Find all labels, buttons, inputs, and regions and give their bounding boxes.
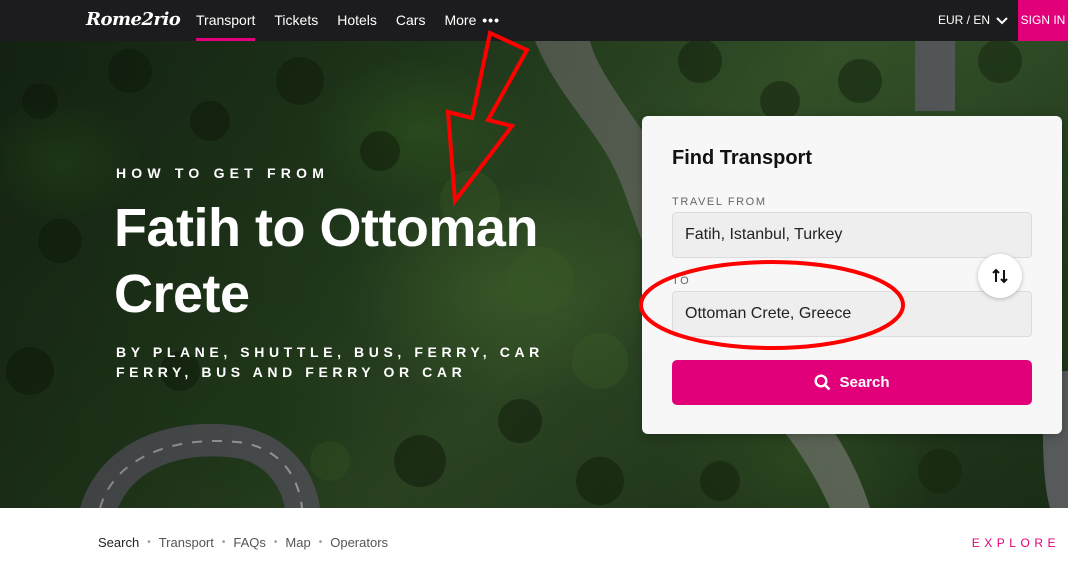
- main-nav: Transport Tickets Hotels Cars More •••: [196, 0, 519, 41]
- subnav-map[interactable]: Map: [285, 535, 310, 550]
- rome2rio-logo[interactable]: Rome2rio: [86, 9, 181, 30]
- travel-from-label: TRAVEL FROM: [672, 196, 767, 208]
- subnav-operators[interactable]: Operators: [330, 535, 388, 550]
- currency-language-selector[interactable]: EUR / EN: [938, 0, 1008, 41]
- separator-dot: •: [221, 537, 226, 548]
- page-subnav: Search • Transport • FAQs • Map • Operat…: [98, 535, 388, 550]
- nav-tickets[interactable]: Tickets: [274, 0, 318, 41]
- travel-to-input[interactable]: Ottoman Crete, Greece: [672, 291, 1032, 337]
- currency-label: EUR / EN: [937, 13, 990, 27]
- nav-hotels[interactable]: Hotels: [337, 0, 377, 41]
- search-button[interactable]: Search: [672, 360, 1032, 405]
- subnav-faqs[interactable]: FAQs: [233, 535, 266, 550]
- travel-from-input[interactable]: Fatih, Istanbul, Turkey: [672, 212, 1032, 258]
- search-button-label: Search: [839, 374, 890, 391]
- hero-eyebrow: HOW TO GET FROM: [116, 165, 330, 181]
- sign-in-button[interactable]: SIGN IN: [1018, 0, 1068, 41]
- chevron-down-icon: [996, 16, 1008, 24]
- subnav-search[interactable]: Search: [98, 535, 139, 550]
- separator-dot: •: [318, 537, 323, 548]
- nav-cars[interactable]: Cars: [396, 0, 426, 41]
- search-icon: [814, 374, 831, 391]
- nav-transport[interactable]: Transport: [196, 0, 256, 41]
- separator-dot: •: [147, 537, 151, 548]
- top-nav-bar: Rome2rio Transport Tickets Hotels Cars M…: [0, 0, 1068, 41]
- nav-more[interactable]: More •••: [444, 0, 500, 41]
- subnav-transport[interactable]: Transport: [159, 535, 214, 550]
- travel-to-label: TO: [672, 275, 691, 287]
- explore-link[interactable]: EXPLORE: [972, 536, 1060, 550]
- more-dots-icon: •••: [482, 12, 500, 28]
- separator-dot: •: [273, 537, 278, 548]
- swap-locations-button[interactable]: [978, 254, 1022, 298]
- transport-modes: BY PLANE, SHUTTLE, BUS, FERRY, CAR FERRY…: [116, 344, 544, 380]
- page-title: Fatih to Ottoman Crete: [114, 198, 538, 324]
- card-title: Find Transport: [672, 147, 812, 169]
- find-transport-card: Find Transport TRAVEL FROM Fatih, Istanb…: [642, 116, 1062, 434]
- nav-more-label: More: [444, 12, 477, 28]
- swap-vertical-icon: [992, 268, 1008, 284]
